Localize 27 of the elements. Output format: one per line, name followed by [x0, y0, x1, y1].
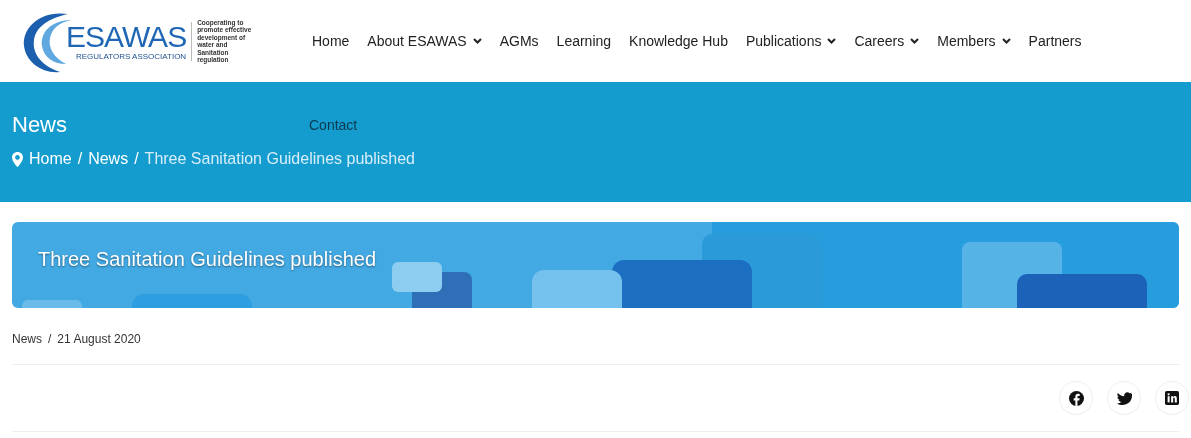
nav-link[interactable]: Careers [854, 33, 920, 49]
linkedin-icon [1165, 391, 1179, 405]
nav-link[interactable]: Publications [745, 33, 837, 49]
twitter-share-button[interactable] [1107, 381, 1141, 415]
location-pin-icon [12, 151, 23, 167]
nav-link[interactable]: Home [312, 33, 350, 49]
nav-link[interactable]: Learning [556, 33, 612, 49]
breadcrumb-separator: / [77, 150, 83, 168]
linkedin-share-button[interactable] [1155, 381, 1189, 415]
post-date: 21 August 2020 [57, 332, 141, 348]
nav-link[interactable]: About ESAWAS [367, 33, 482, 49]
logo-subtitle: REGULATORS ASSOCIATION [75, 51, 187, 61]
breadcrumb-separator: / [134, 150, 139, 168]
contact-link[interactable]: Contact [309, 117, 358, 133]
page-title: News [12, 112, 68, 138]
article-title: Three Sanitation Guidelines published [37, 247, 376, 271]
facebook-icon [1068, 390, 1084, 406]
meta-separator: / [48, 332, 52, 348]
nav-link[interactable]: Knowledge Hub [629, 33, 728, 49]
nav-link[interactable]: Partners [1028, 33, 1082, 49]
breadcrumb-current: Three Sanitation Guidelines published [144, 150, 415, 168]
category-link[interactable]: News [12, 332, 42, 364]
bird-icon [1116, 391, 1132, 405]
logo-wordmark: ESAWAS [66, 21, 187, 52]
nav-link[interactable]: AGMs [499, 33, 539, 49]
facebook-share-button[interactable] [1059, 381, 1093, 415]
nav-link[interactable]: Members [937, 33, 1011, 49]
